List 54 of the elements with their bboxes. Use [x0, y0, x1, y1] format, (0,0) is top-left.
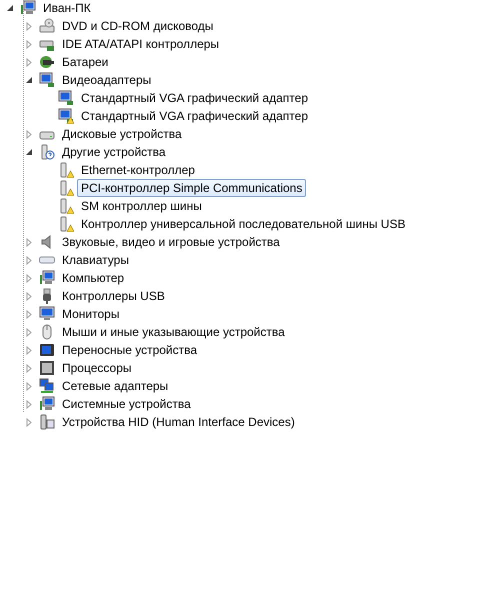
device-tree-item[interactable]: Системные устройства [58, 395, 195, 413]
device-tree-item[interactable]: Клавиатуры [58, 251, 133, 269]
device-tree-item[interactable]: Видеоадаптеры [58, 71, 156, 89]
device-tree-item[interactable]: Процессоры [58, 359, 136, 377]
computer-icon [20, 0, 36, 16]
device-tree-item[interactable]: DVD и CD-ROM дисководы [58, 17, 218, 35]
device-tree-item[interactable]: Стандартный VGA графический адаптер [77, 89, 312, 107]
device-tree-item[interactable]: Сетевые адаптеры [58, 377, 172, 395]
device-tree-item[interactable]: Ethernet-контроллер [77, 161, 199, 179]
computer-icon [39, 396, 55, 412]
expand-arrow-icon[interactable] [25, 58, 33, 66]
device-tree-item[interactable]: Мониторы [58, 305, 124, 323]
device-tree-item[interactable]: Мыши и иные указывающие устройства [58, 323, 289, 341]
expand-arrow-icon[interactable] [25, 238, 33, 246]
device-tree-item[interactable]: Стандартный VGA графический адаптер [77, 107, 312, 125]
expand-arrow-icon[interactable] [25, 400, 33, 408]
expand-arrow-icon[interactable] [25, 22, 33, 30]
expand-arrow-icon[interactable] [25, 40, 33, 48]
expand-arrow-icon[interactable] [25, 292, 33, 300]
expand-arrow-icon[interactable] [25, 418, 33, 426]
device-tree-item[interactable]: PCI-контроллер Simple Communications [77, 179, 306, 197]
processor-icon [39, 360, 55, 376]
device-tree-item[interactable]: SM контроллер шины [77, 197, 206, 215]
expand-arrow-icon[interactable] [25, 274, 33, 282]
collapse-arrow-icon[interactable] [25, 148, 33, 156]
device-tree-item[interactable]: IDE ATA/ATAPI контроллеры [58, 35, 224, 53]
expand-arrow-icon[interactable] [25, 364, 33, 372]
battery-icon [39, 54, 55, 70]
device-tree-item[interactable]: Контроллер универсальной последовательной шины USB [77, 215, 410, 233]
expand-arrow-icon[interactable] [25, 310, 33, 318]
device-tree-item[interactable]: Батареи [58, 53, 112, 71]
device-tree-item[interactable]: Звуковые, видео и игровые устройства [58, 233, 284, 251]
display-adapter-icon [39, 72, 55, 88]
device-tree-item[interactable]: Контроллеры USB [58, 287, 169, 305]
disc-drive-icon [39, 18, 55, 34]
device-tree-item[interactable]: Компьютер [58, 269, 128, 287]
unknown-device-icon [39, 144, 55, 160]
device-tree-item[interactable]: Устройства HID (Human Interface Devices) [58, 413, 299, 431]
device-tree-item[interactable]: Дисковые устройства [58, 125, 186, 143]
device-tree-item[interactable]: Иван-ПК [39, 0, 95, 17]
monitor-icon [39, 306, 55, 322]
device-tree-item[interactable]: Другие устройства [58, 143, 170, 161]
hid-device-icon [39, 414, 55, 430]
collapse-arrow-icon[interactable] [25, 76, 33, 84]
portable-device-icon [39, 342, 55, 358]
expand-arrow-icon[interactable] [25, 256, 33, 264]
computer-icon [39, 270, 55, 286]
expand-arrow-icon[interactable] [25, 346, 33, 354]
expand-arrow-icon[interactable] [25, 328, 33, 336]
network-icon [39, 378, 55, 394]
collapse-arrow-icon[interactable] [6, 4, 14, 12]
device-tree-item[interactable]: Переносные устройства [58, 341, 202, 359]
expand-arrow-icon[interactable] [25, 382, 33, 390]
expand-arrow-icon[interactable] [25, 130, 33, 138]
